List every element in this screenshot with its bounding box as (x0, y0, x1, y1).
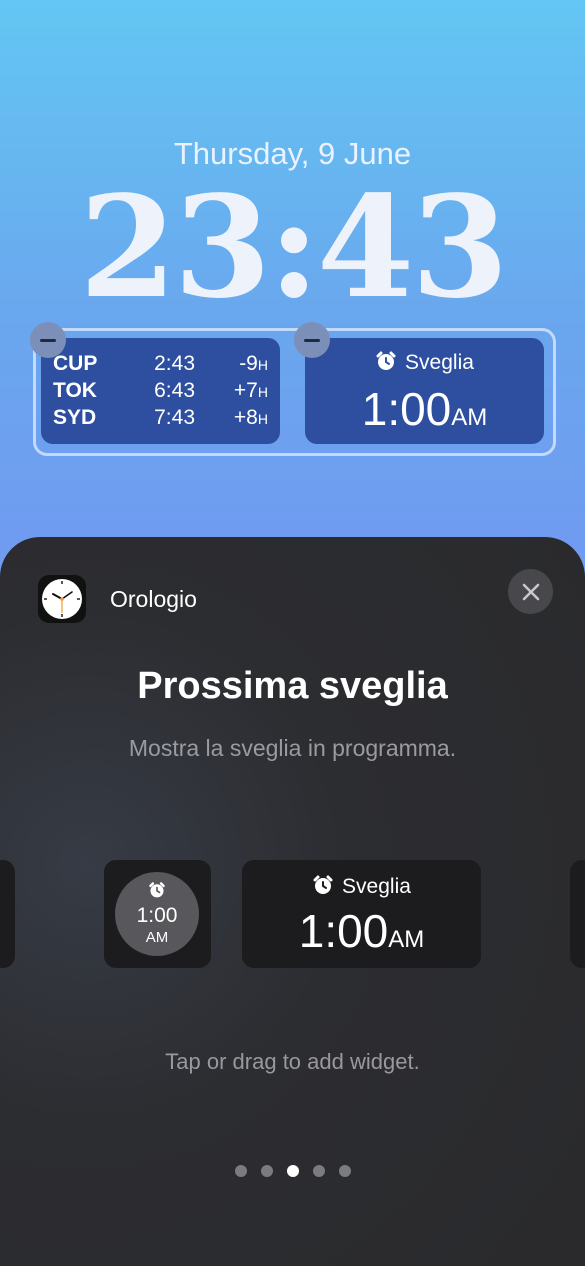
add-widget-hint: Tap or drag to add widget. (165, 1049, 420, 1074)
city-time: 6:43 (154, 379, 195, 402)
world-clock-widget[interactable]: CUP 2:43 -9H TOK 6:43 +7H SYD 7:43 +8H (41, 338, 280, 444)
medium-widget-header: Sveglia (242, 874, 481, 899)
city-code: SYD (53, 406, 97, 429)
city-offset: -9H (239, 352, 268, 375)
city-code: CUP (53, 352, 98, 375)
next-widget-preview[interactable] (570, 860, 585, 968)
small-widget-time: 1:00 (136, 904, 178, 927)
widget-title: Prossima sveglia (137, 665, 448, 707)
close-button[interactable] (508, 569, 553, 614)
page-dot[interactable] (234, 1165, 247, 1177)
alarm-clock-icon (149, 882, 165, 898)
medium-widget-label: Sveglia (342, 875, 411, 898)
city-time: 7:43 (154, 406, 195, 429)
remove-alarm-widget-button[interactable] (294, 322, 330, 358)
widget-picker-sheet: Orologio Prossima sveglia Mostra la sveg… (0, 537, 585, 1266)
page-dot[interactable] (260, 1165, 273, 1177)
world-clock-row: CUP 2:43 -9H (53, 352, 268, 378)
medium-alarm-widget-preview[interactable]: Sveglia 1:00AM (242, 860, 481, 968)
world-clock-row: SYD 7:43 +8H (53, 406, 268, 432)
page-dot[interactable] (312, 1165, 325, 1177)
small-widget-ampm: AM (145, 929, 169, 946)
alarm-widget[interactable]: Sveglia 1:00AM (305, 338, 544, 444)
city-offset: +8H (233, 406, 268, 429)
alarm-widget-header: Sveglia (305, 350, 544, 375)
alarm-time: 1:00AM (361, 383, 488, 435)
alarm-label: Sveglia (405, 351, 474, 374)
page-dot-active[interactable] (286, 1165, 299, 1177)
lockscreen-time: 23:43 (79, 166, 508, 330)
remove-world-clock-widget-button[interactable] (30, 322, 66, 358)
city-code: TOK (53, 379, 97, 402)
page-indicator[interactable] (0, 1165, 585, 1177)
alarm-clock-icon (376, 351, 396, 370)
small-alarm-widget-preview[interactable]: 1:00 AM (104, 860, 211, 968)
app-name: Orologio (110, 586, 197, 612)
widget-description: Mostra la sveglia in programma. (128, 735, 457, 761)
medium-widget-time: 1:00AM (298, 905, 425, 957)
clock-app-icon (38, 575, 86, 623)
city-offset: +7H (233, 379, 268, 402)
close-icon (522, 583, 539, 600)
alarm-clock-icon (313, 875, 333, 894)
previous-widget-preview[interactable] (0, 860, 15, 968)
circular-widget: 1:00 AM (115, 872, 199, 956)
world-clock-row: TOK 6:43 +7H (53, 379, 268, 405)
city-time: 2:43 (154, 352, 195, 375)
page-dot[interactable] (338, 1165, 351, 1177)
